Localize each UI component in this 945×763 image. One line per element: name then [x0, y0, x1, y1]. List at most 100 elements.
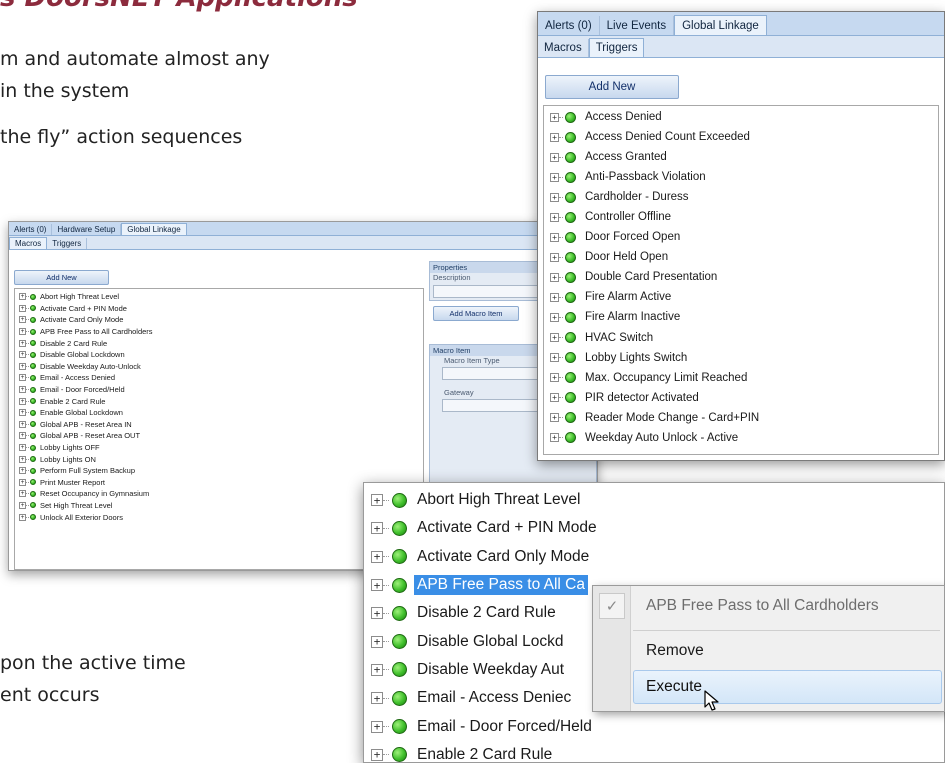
expand-plus-icon[interactable]: + — [19, 397, 26, 405]
tree-item[interactable]: + Reader Mode Change - Card+PIN — [544, 408, 938, 428]
tree-item[interactable]: + Global APB - Reset Area OUT — [15, 430, 423, 442]
tree-item[interactable]: + Access Denied Count Exceeded — [544, 127, 938, 147]
expand-plus-icon[interactable]: + — [19, 420, 26, 428]
tree-item-label[interactable]: Activate Card + PIN Mode — [40, 304, 127, 313]
expand-plus-icon[interactable]: + — [371, 607, 383, 620]
tree-item[interactable]: + Activate Card Only Mode — [15, 314, 423, 326]
tree-item-label[interactable]: Disable Weekday Aut — [417, 661, 564, 679]
tree-item[interactable]: + Perform Full System Backup — [15, 465, 423, 477]
expand-plus-icon[interactable]: + — [19, 467, 26, 475]
tree-item-label[interactable]: Global APB - Reset Area IN — [40, 420, 132, 429]
tree-item-label[interactable]: Abort High Threat Level — [417, 491, 580, 509]
expand-plus-icon[interactable]: + — [19, 501, 26, 509]
expand-plus-icon[interactable]: + — [19, 386, 26, 394]
expand-plus-icon[interactable]: + — [550, 172, 559, 182]
add-new-button[interactable]: Add New — [14, 270, 109, 285]
expand-plus-icon[interactable]: + — [371, 550, 383, 563]
tab-macros[interactable]: Macros — [538, 39, 589, 57]
expand-plus-icon[interactable]: + — [19, 513, 26, 521]
tree-item-label[interactable]: Activate Card + PIN Mode — [417, 519, 597, 537]
tab-global-linkage[interactable]: Global Linkage — [121, 223, 187, 235]
tree-item-label[interactable]: Disable 2 Card Rule — [417, 604, 556, 622]
tree-item[interactable]: + Disable 2 Card Rule — [15, 337, 423, 349]
tree-item[interactable]: + Activate Card Only Mode — [364, 543, 944, 571]
tree-item-label[interactable]: Controller Offline — [585, 211, 671, 223]
expand-plus-icon[interactable]: + — [550, 192, 559, 202]
tree-item[interactable]: + Access Granted — [544, 147, 938, 167]
tree-item-label[interactable]: Unlock All Exterior Doors — [40, 513, 123, 522]
tab-global-linkage[interactable]: Global Linkage — [674, 15, 767, 35]
expand-plus-icon[interactable]: + — [550, 232, 559, 242]
expand-plus-icon[interactable]: + — [371, 663, 383, 676]
tree-item[interactable]: + Door Forced Open — [544, 227, 938, 247]
add-new-button[interactable]: Add New — [545, 75, 679, 99]
tree-item-label[interactable]: Cardholder - Duress — [585, 191, 689, 203]
tree-item[interactable]: + Door Held Open — [544, 247, 938, 267]
expand-plus-icon[interactable]: + — [19, 304, 26, 312]
expand-plus-icon[interactable]: + — [550, 393, 559, 403]
expand-plus-icon[interactable]: + — [371, 720, 383, 733]
tree-item[interactable]: + Lobby Lights Switch — [544, 348, 938, 368]
expand-plus-icon[interactable]: + — [550, 112, 559, 122]
tree-item[interactable]: + Email - Access Denied — [15, 372, 423, 384]
tree-item[interactable]: + Global APB - Reset Area IN — [15, 419, 423, 431]
expand-plus-icon[interactable]: + — [550, 413, 559, 423]
tree-item[interactable]: + Anti-Passback Violation — [544, 167, 938, 187]
expand-plus-icon[interactable]: + — [371, 692, 383, 705]
tree-item-label[interactable]: Disable Weekday Auto-Unlock — [40, 362, 141, 371]
tree-item[interactable]: + Activate Card + PIN Mode — [15, 303, 423, 315]
tree-item-label[interactable]: Max. Occupancy Limit Reached — [585, 372, 747, 384]
tree-item-label[interactable]: Anti-Passback Violation — [585, 171, 706, 183]
tree-item[interactable]: + Disable Weekday Auto-Unlock — [15, 361, 423, 373]
tree-item-label[interactable]: Fire Alarm Active — [585, 291, 671, 303]
tree-item-label[interactable]: Email - Door Forced/Held — [40, 385, 125, 394]
tree-item-label[interactable]: Email - Access Deniec — [417, 689, 571, 707]
tree-item[interactable]: + APB Free Pass to All Cardholders — [15, 326, 423, 338]
expand-plus-icon[interactable]: + — [19, 362, 26, 370]
tree-item[interactable]: + Weekday Auto Unlock - Active — [544, 428, 938, 448]
tree-item[interactable]: + Activate Card + PIN Mode — [364, 514, 944, 542]
tree-item-label[interactable]: Door Forced Open — [585, 231, 680, 243]
expand-plus-icon[interactable]: + — [19, 409, 26, 417]
expand-plus-icon[interactable]: + — [550, 353, 559, 363]
tree-item-label[interactable]: Double Card Presentation — [585, 271, 717, 283]
expand-plus-icon[interactable]: + — [550, 373, 559, 383]
tree-item-label[interactable]: Disable Global Lockdown — [40, 350, 125, 359]
expand-plus-icon[interactable]: + — [19, 293, 26, 301]
tree-item-label[interactable]: Global APB - Reset Area OUT — [40, 431, 140, 440]
tree-item-label[interactable]: Access Granted — [585, 151, 667, 163]
tree-item-label[interactable]: Disable 2 Card Rule — [40, 339, 107, 348]
expand-plus-icon[interactable]: + — [19, 478, 26, 486]
expand-plus-icon[interactable]: + — [19, 490, 26, 498]
tree-item[interactable]: + Enable 2 Card Rule — [364, 741, 944, 762]
tree-item[interactable]: + Email - Door Forced/Held — [15, 384, 423, 396]
tree-item[interactable]: + Controller Offline — [544, 207, 938, 227]
expand-plus-icon[interactable]: + — [371, 522, 383, 535]
expand-plus-icon[interactable]: + — [371, 579, 383, 592]
tree-item-label[interactable]: Lobby Lights Switch — [585, 352, 687, 364]
expand-plus-icon[interactable]: + — [550, 292, 559, 302]
tree-item[interactable]: + Fire Alarm Inactive — [544, 307, 938, 327]
expand-plus-icon[interactable]: + — [19, 351, 26, 359]
expand-plus-icon[interactable]: + — [550, 312, 559, 322]
expand-plus-icon[interactable]: + — [19, 444, 26, 452]
tree-item[interactable]: + Lobby Lights OFF — [15, 442, 423, 454]
tree-item-label[interactable]: Lobby Lights ON — [40, 455, 96, 464]
tree-item[interactable]: + Lobby Lights ON — [15, 453, 423, 465]
tab-triggers[interactable]: Triggers — [588, 38, 645, 57]
tree-item[interactable]: + Print Muster Report — [15, 477, 423, 489]
tree-item[interactable]: + HVAC Switch — [544, 328, 938, 348]
tree-item[interactable]: + Reset Occupancy in Gymnasium — [15, 488, 423, 500]
tree-item-label[interactable]: Reset Occupancy in Gymnasium — [40, 489, 149, 498]
tree-item-label[interactable]: Fire Alarm Inactive — [585, 311, 680, 323]
expand-plus-icon[interactable]: + — [19, 374, 26, 382]
add-macro-item-button[interactable]: Add Macro Item — [433, 306, 519, 321]
tree-item-label[interactable]: Door Held Open — [585, 251, 668, 263]
expand-plus-icon[interactable]: + — [550, 272, 559, 282]
tree-item-label[interactable]: Set High Threat Level — [40, 501, 112, 510]
expand-plus-icon[interactable]: + — [550, 152, 559, 162]
tree-item-label[interactable]: Email - Access Denied — [40, 373, 115, 382]
expand-plus-icon[interactable]: + — [19, 328, 26, 336]
tab-alerts[interactable]: Alerts (0) — [538, 16, 600, 35]
tab-alerts[interactable]: Alerts (0) — [9, 224, 53, 235]
